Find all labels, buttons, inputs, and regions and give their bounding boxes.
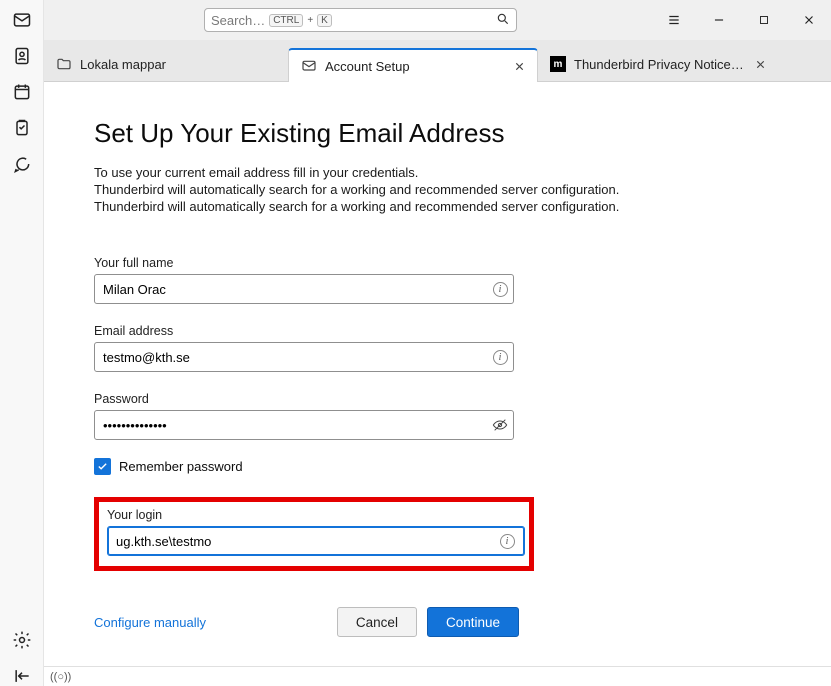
fullname-input[interactable] [94,274,514,304]
kbd-plus: + [307,15,313,26]
remember-password-checkbox[interactable] [94,458,111,475]
calendar-icon[interactable] [12,82,32,102]
intro-line-3: Thunderbird will automatically search fo… [94,199,771,214]
connection-status-icon: ((○)) [50,671,71,683]
mozilla-icon: m [550,56,566,72]
collapse-icon[interactable] [12,666,32,686]
close-icon[interactable] [511,58,527,74]
setup-form: Your full name i Email address i Passwor… [94,256,514,666]
info-icon[interactable]: i [492,281,508,297]
settings-icon[interactable] [12,630,32,650]
tab-label: Lokala mappar [80,57,166,72]
global-search[interactable]: Search… CTRL + K [204,8,517,32]
tab-local-folders[interactable]: Lokala mappar [44,47,288,81]
window-minimize[interactable] [696,0,741,40]
login-field: Your login i [107,508,521,556]
folder-icon [56,56,72,72]
tab-account-setup[interactable]: Account Setup [288,48,538,82]
search-icon [496,12,510,29]
status-bar: ((○)) [44,666,831,686]
login-label: Your login [107,508,521,522]
email-input[interactable] [94,342,514,372]
window-maximize[interactable] [741,0,786,40]
action-buttons: Configure manually Cancel Continue [94,607,519,637]
address-book-icon[interactable] [12,46,32,66]
toggle-password-icon[interactable] [492,417,508,433]
tab-label: Thunderbird Privacy Notice — Mozi [574,57,744,72]
close-icon[interactable] [752,56,768,72]
info-icon[interactable]: i [492,349,508,365]
kbd-k: K [317,14,332,27]
info-icon[interactable]: i [499,533,515,549]
remember-password-row: Remember password [94,458,514,475]
configure-manually-link[interactable]: Configure manually [94,615,206,630]
tasks-icon[interactable] [12,118,32,138]
intro-line-1: To use your current email address fill i… [94,165,771,180]
window-controls [651,0,831,40]
intro-line-2: Thunderbird will automatically search fo… [94,182,771,197]
kbd-ctrl: CTRL [269,14,303,27]
continue-button[interactable]: Continue [427,607,519,637]
email-field: Email address i [94,324,514,372]
tab-privacy-notice[interactable]: m Thunderbird Privacy Notice — Mozi [538,47,778,81]
chat-icon[interactable] [12,154,32,174]
account-setup-content: Set Up Your Existing Email Address To us… [44,82,831,666]
password-field: Password [94,392,514,440]
intro-text: To use your current email address fill i… [94,165,771,214]
mail-settings-icon [301,58,317,74]
fullname-field: Your full name i [94,256,514,304]
login-input[interactable] [107,526,525,556]
login-field-highlighted: Your login i [94,497,534,571]
tab-strip: Lokala mappar Account Setup m Thunderbir… [44,40,831,82]
spaces-toolbar [0,0,44,686]
titlebar: Search… CTRL + K [0,0,831,40]
page-title: Set Up Your Existing Email Address [94,118,771,149]
password-label: Password [94,392,514,406]
fullname-label: Your full name [94,256,514,270]
tab-label: Account Setup [325,59,410,74]
cancel-button[interactable]: Cancel [337,607,417,637]
email-label: Email address [94,324,514,338]
search-placeholder: Search… [211,13,265,28]
password-input[interactable] [94,410,514,440]
remember-password-label: Remember password [119,459,243,474]
mail-icon[interactable] [12,10,32,30]
app-menu-button[interactable] [651,0,696,40]
window-close[interactable] [786,0,831,40]
